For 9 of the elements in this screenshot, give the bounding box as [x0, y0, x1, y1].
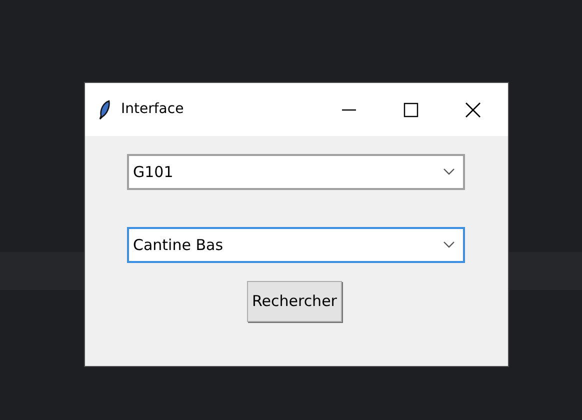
close-icon[interactable]: [464, 100, 482, 118]
chevron-down-icon: [443, 168, 455, 176]
dropdown-field[interactable]: G101: [127, 154, 465, 190]
dropdown-field[interactable]: Cantine Bas: [127, 227, 465, 263]
maximize-icon[interactable]: [403, 102, 419, 118]
search-button[interactable]: Rechercher: [247, 281, 342, 322]
chevron-down-icon: [443, 241, 455, 249]
feather-icon: [99, 100, 111, 120]
window-title: Interface: [121, 100, 184, 119]
